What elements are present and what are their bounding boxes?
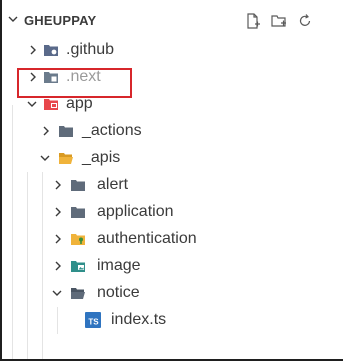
tree-item-apis[interactable]: _apis bbox=[0, 145, 343, 172]
tree-item-application[interactable]: application bbox=[0, 199, 343, 226]
folder-image-icon bbox=[70, 259, 86, 273]
tree-item-label: alert bbox=[97, 176, 129, 193]
tree-item-label: _apis bbox=[82, 149, 121, 166]
chevron-down-icon bbox=[25, 97, 39, 116]
chevron-right-icon bbox=[40, 124, 52, 143]
chevron-right-icon bbox=[52, 232, 64, 251]
chevron-right-icon bbox=[52, 178, 64, 197]
chevron-down-icon bbox=[38, 151, 52, 170]
tree-item-label: application bbox=[97, 203, 174, 220]
explorer-header[interactable]: GHEUPPAY bbox=[0, 10, 343, 32]
tree-item-label: _actions bbox=[82, 122, 142, 139]
typescript-file-icon: TS bbox=[85, 312, 101, 328]
folder-icon bbox=[58, 124, 74, 138]
tree-item-label: notice bbox=[97, 284, 140, 301]
tree-item-label: image bbox=[97, 257, 141, 274]
explorer-root-title[interactable]: GHEUPPAY bbox=[24, 13, 96, 28]
highlight-box bbox=[17, 68, 132, 98]
tree-item-notice[interactable]: notice bbox=[0, 280, 343, 307]
folder-icon bbox=[70, 178, 86, 192]
typescript-file-icon-text: TS bbox=[88, 318, 99, 327]
new-folder-icon[interactable] bbox=[269, 11, 289, 31]
tree-item-label: index.ts bbox=[111, 311, 167, 328]
chevron-down-icon[interactable] bbox=[6, 12, 20, 31]
tree-item-image[interactable]: image bbox=[0, 253, 343, 280]
tree-item-label: .github bbox=[66, 41, 115, 58]
tree-item-github[interactable]: .github bbox=[0, 37, 343, 64]
chevron-right-icon bbox=[27, 43, 39, 62]
new-file-icon[interactable] bbox=[243, 11, 263, 31]
folder-open-icon bbox=[70, 286, 86, 300]
explorer-actions bbox=[243, 11, 315, 31]
tree-item-label: authentication bbox=[97, 230, 197, 247]
tree-item-alert[interactable]: alert bbox=[0, 172, 343, 199]
tree-item-index-ts[interactable]: TS index.ts bbox=[0, 307, 343, 334]
tree-item-actions[interactable]: _actions bbox=[0, 118, 343, 145]
chevron-down-icon bbox=[50, 286, 64, 305]
folder-auth-icon bbox=[70, 232, 86, 246]
refresh-icon[interactable] bbox=[295, 11, 315, 31]
folder-app-icon bbox=[43, 97, 59, 111]
chevron-right-icon bbox=[52, 259, 64, 278]
folder-open-icon bbox=[58, 151, 74, 165]
folder-github-icon bbox=[43, 43, 59, 57]
tree-item-authentication[interactable]: authentication bbox=[0, 226, 343, 253]
chevron-right-icon bbox=[52, 205, 64, 224]
folder-icon bbox=[70, 205, 86, 219]
